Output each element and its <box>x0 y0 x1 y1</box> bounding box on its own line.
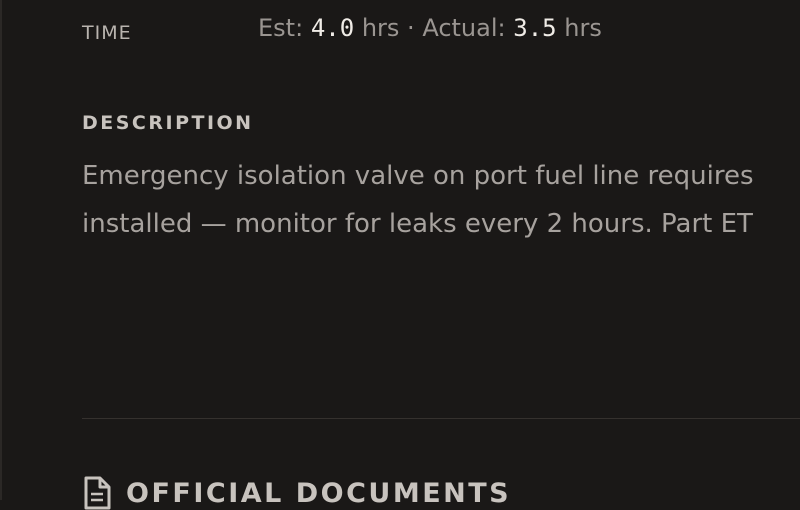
estimate-value: 4.0 <box>310 14 355 42</box>
actual-value: 3.5 <box>513 14 557 42</box>
description-heading: DESCRIPTION <box>82 112 254 134</box>
official-documents-header: OFFICIAL DOCUMENTS <box>82 476 511 510</box>
actual-unit: hrs <box>564 14 602 42</box>
time-row: TIME Est: 4.0 hrs · Actual: 3.5 hrs <box>82 14 800 50</box>
time-separator: · <box>407 14 415 42</box>
document-icon <box>84 476 111 510</box>
description-line: Emergency isolation valve on port fuel l… <box>82 161 754 191</box>
actual-label: Actual: <box>422 14 506 42</box>
time-values: Est: 4.0 hrs · Actual: 3.5 hrs <box>258 14 602 42</box>
official-documents-heading: OFFICIAL DOCUMENTS <box>126 477 512 509</box>
time-label: TIME <box>82 22 132 44</box>
section-divider <box>82 418 800 419</box>
description-line: installed — monitor for leaks every 2 ho… <box>82 209 753 239</box>
panel-left-border <box>0 0 2 500</box>
estimate-unit: hrs <box>361 14 400 42</box>
description-text: Emergency isolation valve on port fuel l… <box>82 152 800 248</box>
estimate-label: Est: <box>258 14 304 42</box>
